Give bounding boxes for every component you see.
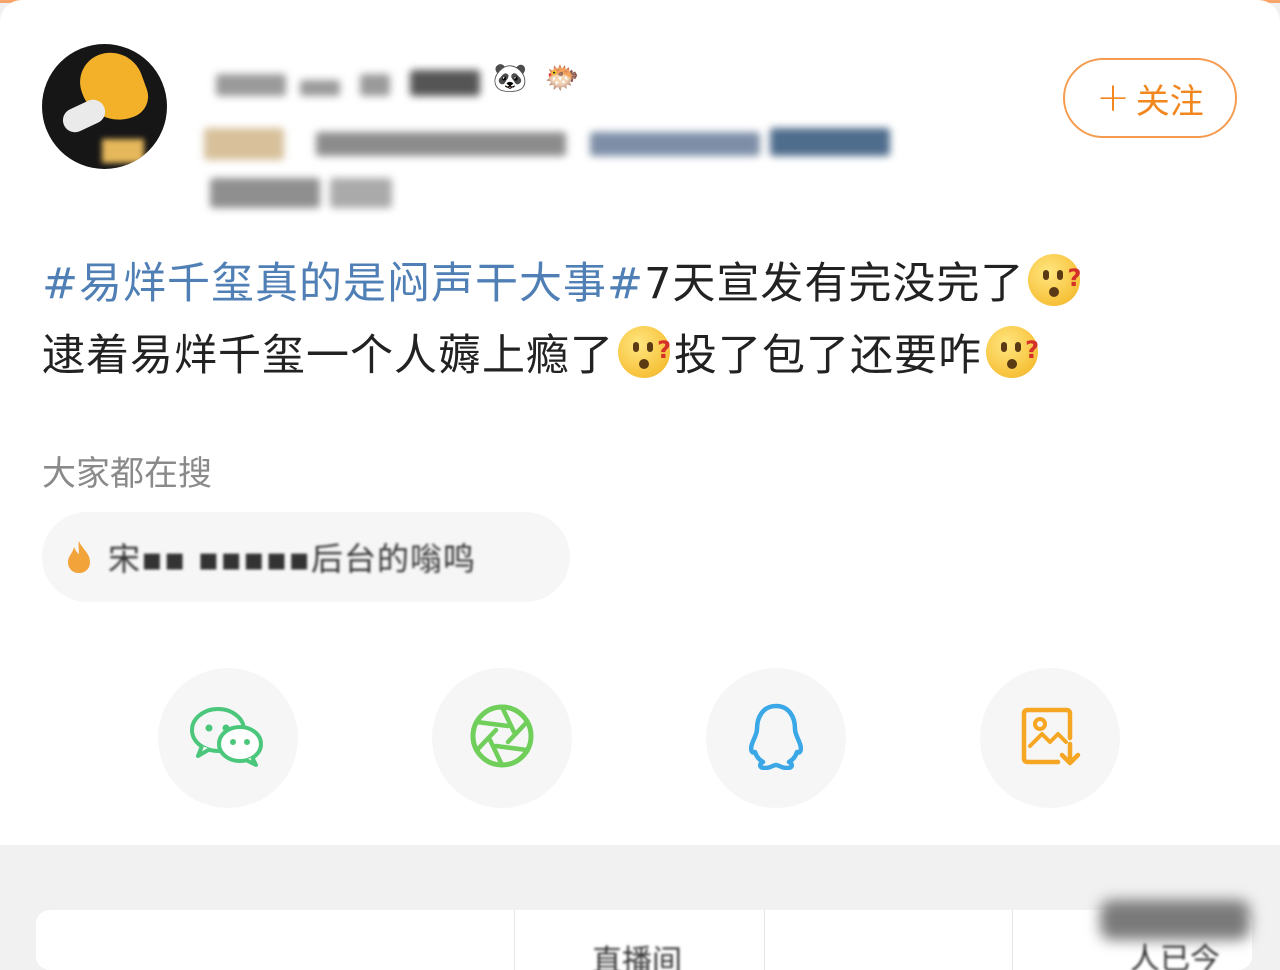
trending-search-text: 宋▪▪ ▪▪▪▪▪后台的嗡鸣 <box>108 540 476 578</box>
avatar-blurred-region <box>102 139 144 163</box>
share-qq-button[interactable] <box>706 668 846 808</box>
thinking-emoji-icon <box>1028 242 1082 314</box>
fire-icon <box>64 539 94 575</box>
thinking-emoji-icon <box>618 314 672 386</box>
watermark-blurred <box>1100 900 1250 940</box>
hashtag-link[interactable]: #易烊千玺真的是闷声干大事# <box>42 259 644 309</box>
save-image-button[interactable] <box>980 668 1120 808</box>
trending-search-title: 大家都在搜 <box>42 454 212 494</box>
save-image-icon <box>1018 704 1082 772</box>
follow-label: 关注 <box>1135 81 1204 122</box>
trending-search-chip[interactable]: 宋▪▪ ▪▪▪▪▪后台的嗡鸣 <box>42 512 570 602</box>
blur-segment <box>360 74 390 96</box>
panda-badge-icon: 🐼 <box>492 61 528 94</box>
blur-segment <box>204 128 284 160</box>
bottom-tab-card: 直播间 人已今 <box>36 910 1252 970</box>
blur-segment <box>210 178 320 208</box>
share-moments-button[interactable] <box>432 668 572 808</box>
tab-divider <box>1012 910 1013 970</box>
blur-segment <box>316 132 566 156</box>
blur-segment <box>300 80 340 96</box>
moments-icon <box>468 702 536 774</box>
avatar[interactable] <box>42 44 167 169</box>
tab-divider <box>514 910 515 970</box>
share-wechat-button[interactable] <box>158 668 298 808</box>
post-text-line2b: 投了包了还要咋 <box>674 331 982 381</box>
plus-icon: + <box>1096 75 1130 121</box>
post-text-line1: 7天宣发有完没完了 <box>644 259 1025 309</box>
tab-divider <box>764 910 765 970</box>
blur-segment <box>330 178 392 208</box>
fish-badge-icon: 🐡 <box>544 61 580 94</box>
qq-icon <box>745 702 807 774</box>
post-text: #易烊千玺真的是闷声干大事#7天宣发有完没完了 逮着易烊千玺一个人薅上瘾了 投了包… <box>42 242 1242 392</box>
tab-live-room[interactable]: 直播间 <box>592 936 682 970</box>
share-card: 🐼 🐡 + 关注 #易烊千玺真的是闷声干大事#7天宣发有完没完了 逮着易烊千玺一… <box>0 0 1280 845</box>
blur-segment <box>216 74 286 96</box>
wechat-icon <box>190 704 266 772</box>
blur-segment <box>770 128 890 156</box>
blur-segment <box>410 70 480 96</box>
post-text-line2a: 逮着易烊千玺一个人薅上瘾了 <box>42 331 614 381</box>
blur-segment <box>590 132 760 156</box>
follow-button[interactable]: + 关注 <box>1063 58 1237 138</box>
thinking-emoji-icon <box>986 314 1040 386</box>
